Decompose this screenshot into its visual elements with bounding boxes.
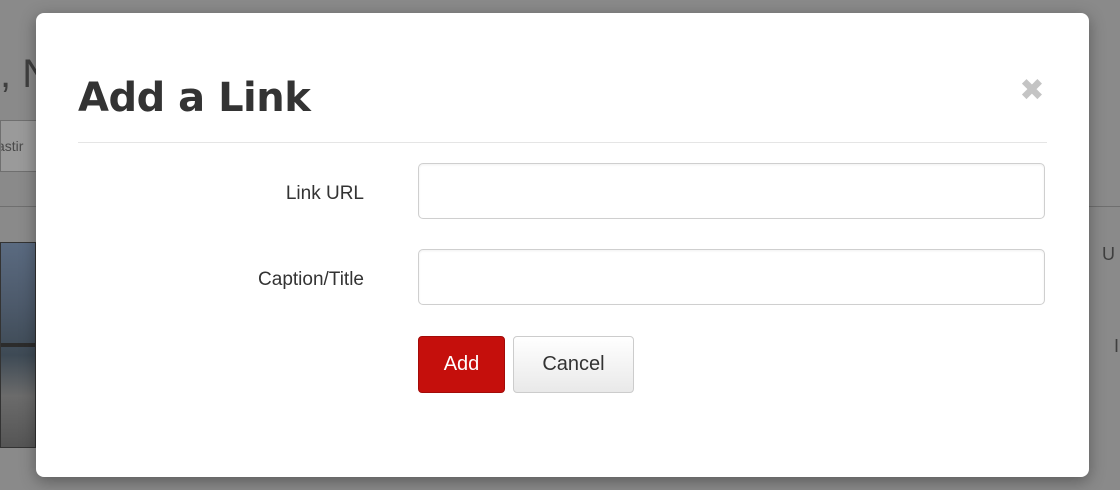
underlying-page-text: U [1102,244,1115,264]
caption-title-label: Caption/Title [258,269,364,290]
add-button[interactable]: Add [418,336,505,393]
dialog-header-divider [78,142,1047,143]
dialog-title: Add a Link [78,75,311,121]
caption-title-input[interactable] [418,249,1045,305]
cancel-button[interactable]: Cancel [513,336,634,393]
link-url-label: Link URL [285,183,364,204]
underlying-page-photo [0,242,36,448]
underlying-page-text: I [1114,336,1120,356]
link-url-input[interactable] [418,163,1045,219]
add-link-dialog: Add a Link ✖ Link URL Caption/Title Add … [36,13,1089,477]
close-icon[interactable]: ✖ [1016,75,1048,107]
